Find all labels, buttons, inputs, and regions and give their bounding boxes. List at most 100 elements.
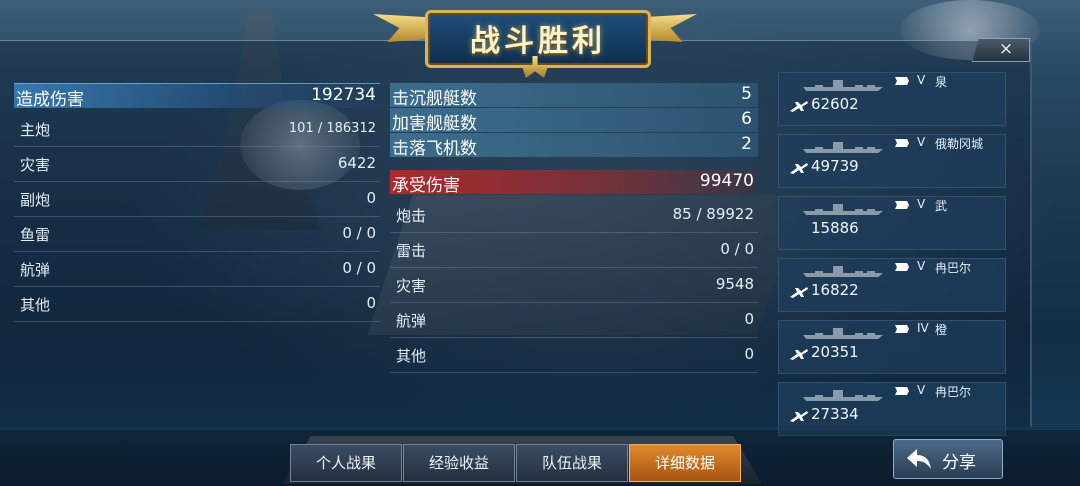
stat-value: 0	[744, 310, 754, 328]
stat-row: 雷击 0 / 0	[390, 233, 758, 268]
ship-name: 冉巴尔	[935, 385, 972, 399]
close-button[interactable]: ×	[972, 38, 1030, 62]
stat-label: 其他	[20, 296, 51, 314]
rank-arrow-icon	[895, 201, 909, 209]
plane-damage-icon	[790, 163, 808, 174]
stat-value: 0 / 0	[342, 224, 376, 242]
ship-name: 橙	[935, 323, 948, 337]
ship-tier: V	[917, 135, 926, 149]
stat-value: 9548	[715, 275, 754, 293]
stat-value: 0 / 0	[342, 259, 376, 277]
page-title: 战斗胜利	[470, 24, 606, 59]
victory-banner: 战斗胜利	[373, 2, 697, 78]
stat-label: 灾害	[20, 156, 51, 174]
kill-stat-row: 加害舰艇数 6	[390, 108, 758, 134]
kill-stat-row: 击落飞机数 2	[390, 133, 758, 159]
stat-label: 击落飞机数	[392, 139, 477, 159]
ship-tier: V	[917, 73, 926, 87]
ship-silhouette-icon	[803, 328, 883, 339]
stat-label: 击沉舰艇数	[392, 89, 477, 109]
ship-name: 冉巴尔	[935, 261, 972, 275]
stat-row: 副炮 0	[14, 182, 380, 217]
tab-personal-results[interactable]: 个人战果	[290, 444, 402, 482]
stat-label: 航弹	[396, 312, 427, 330]
share-label: 分享	[942, 453, 976, 473]
rank-arrow-icon	[895, 77, 909, 85]
ship-silhouette-icon	[803, 390, 883, 401]
ship-silhouette-icon	[803, 266, 883, 277]
tab-team-results[interactable]: 队伍战果	[516, 444, 628, 482]
battle-result-screen: × 战斗胜利 造成伤害 192734 主炮 101 / 186312 灾害 64…	[0, 0, 1080, 486]
stat-label: 灾害	[396, 277, 427, 295]
stat-row: 主炮 101 / 186312	[14, 112, 380, 147]
rank-arrow-icon	[895, 139, 909, 147]
stat-label: 雷击	[396, 242, 427, 260]
stat-value: 2	[741, 134, 752, 154]
ship-result-card[interactable]: V 冉巴尔 16822	[778, 258, 1006, 312]
stat-value: 5	[741, 84, 752, 104]
plane-damage-icon	[790, 287, 808, 298]
stat-value: 192734	[311, 85, 376, 105]
ship-damage-value: 16822	[811, 281, 859, 299]
stat-row: 灾害 6422	[14, 147, 380, 182]
stat-value: 6	[741, 109, 752, 129]
plane-damage-icon	[790, 349, 808, 360]
ship-result-card[interactable]: V 俄勒冈城 49739	[778, 134, 1006, 188]
ship-tier: IV	[917, 321, 929, 335]
stat-value: 6422	[337, 154, 376, 172]
damage-dealt-header: 造成伤害 192734	[14, 83, 380, 110]
ship-name: 泉	[935, 75, 948, 89]
ship-name: 俄勒冈城	[935, 137, 984, 151]
stat-value: 85 / 89922	[672, 205, 754, 223]
ship-list: V 泉 62602 V 俄勒冈城 49739 V 武 15886 V 冉巴尔 16822 IV 橙 2035…	[778, 72, 1006, 444]
ship-tier: V	[917, 383, 926, 397]
stat-label: 承受伤害	[392, 176, 460, 196]
ship-damage-value: 27334	[811, 405, 859, 423]
stat-row: 炮击 85 / 89922	[390, 198, 758, 233]
kills-and-damage-taken-section: 击沉舰艇数 5 加害舰艇数 6 击落飞机数 2 承受伤害 99470 炮击 85…	[390, 83, 758, 373]
ship-tier: V	[917, 197, 926, 211]
ship-result-card[interactable]: V 武 15886	[778, 196, 1006, 250]
stat-label: 炮击	[396, 207, 427, 225]
stat-label: 主炮	[20, 121, 51, 139]
tab-detailed-data[interactable]: 详细数据	[629, 444, 741, 482]
rank-arrow-icon	[895, 387, 909, 395]
close-icon: ×	[998, 39, 1014, 59]
tab-experience[interactable]: 经验收益	[403, 444, 515, 482]
kill-stat-row: 击沉舰艇数 5	[390, 83, 758, 109]
stat-row: 其他 0	[390, 338, 758, 373]
stat-label: 其他	[396, 347, 427, 365]
stat-label: 鱼雷	[20, 226, 51, 244]
ship-silhouette-icon	[803, 80, 883, 91]
share-arrow-icon	[907, 449, 931, 469]
stat-row: 航弹 0 / 0	[14, 252, 380, 287]
stat-label: 航弹	[20, 261, 51, 279]
stat-row: 灾害 9548	[390, 268, 758, 303]
stat-value: 0	[366, 189, 376, 207]
ship-damage-value: 49739	[811, 157, 859, 175]
plane-damage-icon	[790, 411, 808, 422]
rank-arrow-icon	[895, 263, 909, 271]
ship-damage-value: 62602	[811, 95, 859, 113]
stat-label: 加害舰艇数	[392, 114, 477, 134]
damage-dealt-section: 造成伤害 192734 主炮 101 / 186312 灾害 6422 副炮 0…	[14, 83, 380, 322]
share-button[interactable]: 分享	[893, 439, 1003, 479]
rank-arrow-icon	[895, 325, 909, 333]
stat-label: 副炮	[20, 191, 51, 209]
ship-result-card[interactable]: V 泉 62602	[778, 72, 1006, 126]
ship-silhouette-icon	[803, 142, 883, 153]
stat-value: 0	[366, 294, 376, 312]
ship-tier: V	[917, 259, 926, 273]
stat-row: 其他 0	[14, 287, 380, 322]
stat-value: 0	[744, 345, 754, 363]
stat-label: 造成伤害	[16, 90, 84, 110]
ship-damage-value: 20351	[811, 343, 859, 361]
plane-damage-icon	[790, 101, 808, 112]
stat-row: 航弹 0	[390, 303, 758, 338]
stat-value: 0 / 0	[720, 240, 754, 258]
ship-name: 武	[935, 199, 948, 213]
ship-result-card[interactable]: IV 橙 20351	[778, 320, 1006, 374]
damage-taken-header: 承受伤害 99470	[390, 170, 758, 196]
stat-row: 鱼雷 0 / 0	[14, 217, 380, 252]
ship-damage-value: 15886	[811, 219, 859, 237]
